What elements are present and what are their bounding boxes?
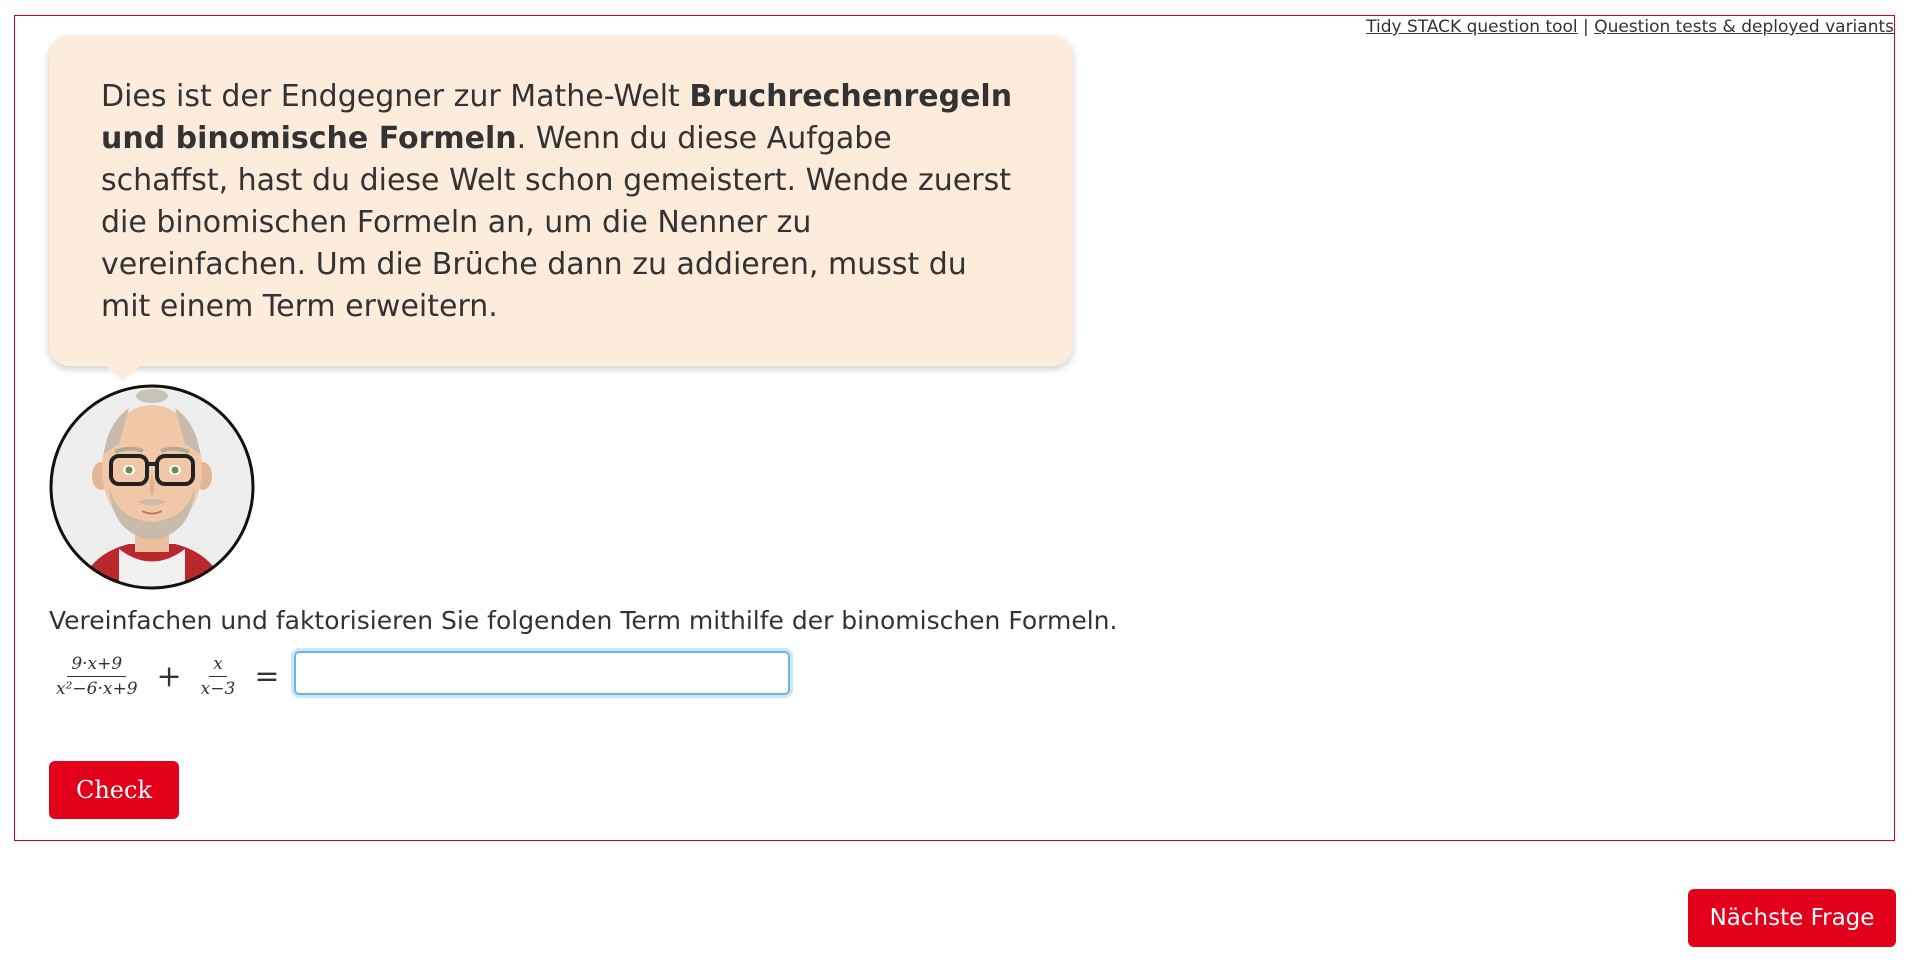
fraction-1-denominator: x²−6·x+9 [56, 678, 138, 699]
speech-bubble-tail [105, 365, 141, 381]
fraction-2-numerator: x [209, 653, 227, 677]
next-question-button[interactable]: Nächste Frage [1688, 889, 1896, 947]
check-button[interactable]: Check [49, 761, 179, 819]
bubble-text-intro: Dies ist der Endgegner zur Mathe-Welt [101, 79, 690, 114]
link-separator: | [1577, 17, 1595, 37]
question-instruction: Vereinfachen und faktorisieren Sie folge… [49, 606, 1118, 635]
fraction-1-numerator: 9·x+9 [67, 653, 127, 677]
equals-sign: = [254, 658, 280, 694]
question-tests-link[interactable]: Question tests & deployed variants [1594, 17, 1894, 37]
avatar-image [49, 384, 255, 590]
fraction-2: x x−3 [194, 653, 243, 700]
fraction-2-denominator: x−3 [200, 678, 236, 699]
tool-links: Tidy STACK question tool | Question test… [1366, 16, 1894, 38]
speech-bubble: Dies ist der Endgegner zur Mathe-Welt Br… [49, 36, 1073, 366]
math-expression: 9·x+9 x²−6·x+9 + x x−3 = [49, 650, 291, 702]
tidy-stack-tool-link[interactable]: Tidy STACK question tool [1366, 17, 1578, 37]
answer-input[interactable] [294, 651, 790, 695]
fraction-1: 9·x+9 x²−6·x+9 [49, 653, 145, 700]
plus-sign: + [156, 658, 182, 694]
